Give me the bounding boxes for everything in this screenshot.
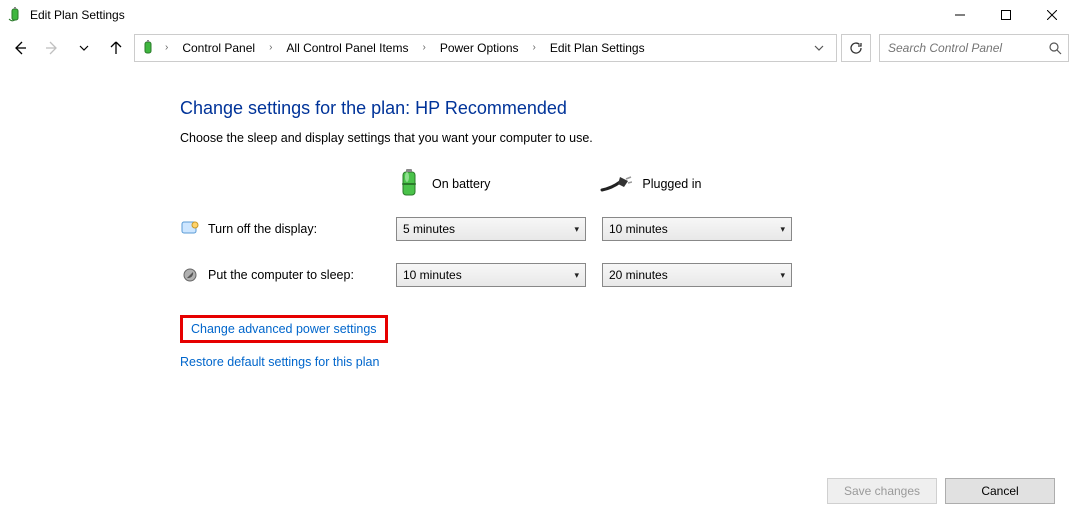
- chevron-right-icon[interactable]: ›: [161, 35, 172, 61]
- display-battery-value: 5 minutes: [403, 222, 455, 236]
- chevron-right-icon[interactable]: ›: [418, 35, 429, 61]
- breadcrumb-bar[interactable]: › Control Panel › All Control Panel Item…: [134, 34, 837, 62]
- app-icon: [6, 6, 24, 24]
- forward-button: [38, 34, 66, 62]
- column-battery: On battery: [396, 169, 490, 199]
- sleep-battery-value: 10 minutes: [403, 268, 462, 282]
- links-section: Change advanced power settings Restore d…: [180, 315, 1075, 369]
- row-turn-off-display: Turn off the display: 5 minutes ▾ 10 min…: [180, 217, 1075, 241]
- sleep-battery-select[interactable]: 10 minutes ▾: [396, 263, 586, 287]
- search-input[interactable]: [886, 40, 1036, 56]
- refresh-button[interactable]: [841, 34, 871, 62]
- address-dropdown-button[interactable]: [806, 35, 832, 61]
- breadcrumb-item[interactable]: Control Panel: [176, 35, 261, 61]
- back-button[interactable]: [6, 34, 34, 62]
- change-advanced-link[interactable]: Change advanced power settings: [191, 322, 377, 336]
- up-button[interactable]: [102, 34, 130, 62]
- highlighted-link-box: Change advanced power settings: [180, 315, 388, 343]
- row-sleep: Put the computer to sleep: 10 minutes ▾ …: [180, 263, 1075, 287]
- cancel-button[interactable]: Cancel: [945, 478, 1055, 504]
- close-button[interactable]: [1029, 0, 1075, 30]
- plug-icon: [600, 174, 632, 194]
- restore-defaults-link[interactable]: Restore default settings for this plan: [180, 355, 379, 369]
- recent-locations-button[interactable]: [70, 34, 98, 62]
- breadcrumb-item[interactable]: Edit Plan Settings: [544, 35, 651, 61]
- search-icon[interactable]: [1049, 42, 1062, 55]
- sleep-plugged-select[interactable]: 20 minutes ▾: [602, 263, 792, 287]
- row-display-label: Turn off the display:: [208, 222, 396, 236]
- address-bar: › Control Panel › All Control Panel Item…: [0, 30, 1075, 68]
- row-sleep-label: Put the computer to sleep:: [208, 268, 396, 282]
- column-plugged-label: Plugged in: [642, 177, 701, 191]
- chevron-down-icon: ▾: [780, 224, 785, 235]
- breadcrumb-item[interactable]: Power Options: [434, 35, 525, 61]
- chevron-down-icon: ▾: [780, 270, 785, 281]
- chevron-right-icon[interactable]: ›: [529, 35, 540, 61]
- window-title: Edit Plan Settings: [30, 8, 125, 22]
- maximize-button[interactable]: [983, 0, 1029, 30]
- display-plugged-value: 10 minutes: [609, 222, 668, 236]
- footer: Save changes Cancel: [0, 467, 1075, 518]
- chevron-right-icon[interactable]: ›: [265, 35, 276, 61]
- page-subtext: Choose the sleep and display settings th…: [180, 131, 1075, 145]
- battery-icon: [396, 169, 422, 199]
- sleep-plugged-value: 20 minutes: [609, 268, 668, 282]
- chevron-down-icon: ▾: [574, 270, 579, 281]
- page-heading: Change settings for the plan: HP Recomme…: [180, 98, 1075, 119]
- chevron-down-icon: ▾: [574, 224, 579, 235]
- content-pane: Change settings for the plan: HP Recomme…: [0, 68, 1075, 467]
- breadcrumb-item[interactable]: All Control Panel Items: [280, 35, 414, 61]
- save-changes-button: Save changes: [827, 478, 937, 504]
- column-plugged: Plugged in: [600, 174, 701, 194]
- minimize-button[interactable]: [937, 0, 983, 30]
- sleep-icon: [180, 265, 200, 285]
- titlebar: Edit Plan Settings: [0, 0, 1075, 30]
- column-battery-label: On battery: [432, 177, 490, 191]
- search-box[interactable]: [879, 34, 1069, 62]
- column-headers: On battery Plugged in: [396, 169, 1075, 199]
- display-plugged-select[interactable]: 10 minutes ▾: [602, 217, 792, 241]
- power-options-icon: [139, 39, 157, 57]
- display-icon: [180, 219, 200, 239]
- display-battery-select[interactable]: 5 minutes ▾: [396, 217, 586, 241]
